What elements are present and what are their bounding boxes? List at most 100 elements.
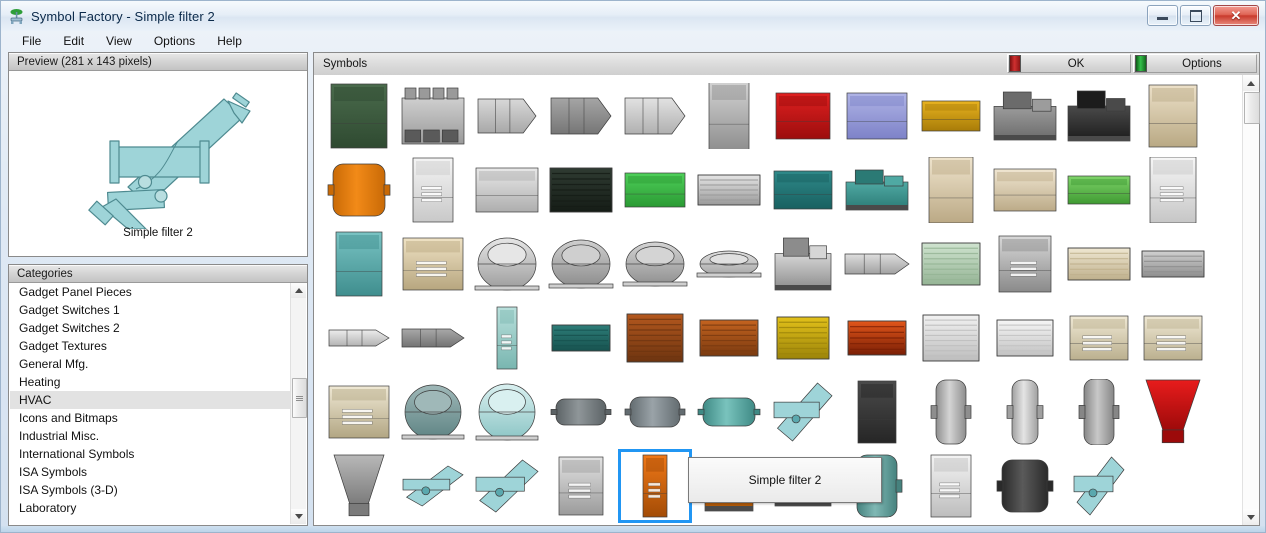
categories-list[interactable]: Gadget Panel Pieces Gadget Switches 1 Ga… bbox=[10, 283, 291, 524]
symbol-cell-gray-compressor[interactable] bbox=[988, 79, 1062, 153]
symbol-cell-instrument-cabinet[interactable] bbox=[914, 449, 988, 523]
symbol-cell-orange-finned-coil[interactable] bbox=[692, 301, 766, 375]
symbol-cell-duct-with-damper[interactable] bbox=[396, 301, 470, 375]
symbol-cell-humidifier-tower[interactable] bbox=[692, 79, 766, 153]
symbol-cell-red-heater-element[interactable] bbox=[840, 301, 914, 375]
symbol-cell-orange-filter-box[interactable] bbox=[618, 301, 692, 375]
symbol-cell-register-grid-beige-2[interactable] bbox=[1136, 301, 1210, 375]
symbol-cell-vertical-tank-unit[interactable] bbox=[914, 375, 988, 449]
symbol-cell-beige-wide-unit[interactable] bbox=[988, 153, 1062, 227]
symbol-cell-coil-bank-white[interactable] bbox=[692, 153, 766, 227]
symbol-cell-air-handler-gray[interactable] bbox=[544, 79, 618, 153]
symbol-cell-round-damper[interactable] bbox=[470, 375, 544, 449]
symbol-cell-storage-tank-gray[interactable] bbox=[1062, 375, 1136, 449]
symbol-cell-flat-diffuser[interactable] bbox=[322, 301, 396, 375]
symbol-cell-beige-cabinet[interactable] bbox=[1136, 79, 1210, 153]
symbols-scroll-up[interactable] bbox=[1243, 75, 1259, 91]
symbol-cell-expansion-joint[interactable] bbox=[988, 449, 1062, 523]
category-item[interactable]: Gadget Textures bbox=[10, 337, 291, 355]
symbol-cell-blue-chiller[interactable] bbox=[840, 79, 914, 153]
symbol-cell-gray-control-cabinet[interactable] bbox=[544, 449, 618, 523]
symbol-cell-orange-tank[interactable] bbox=[322, 153, 396, 227]
symbol-cell-louver-vent-white[interactable] bbox=[988, 301, 1062, 375]
symbol-cell-teal-platform-hood[interactable] bbox=[396, 449, 470, 523]
category-item[interactable]: Gadget Switches 2 bbox=[10, 319, 291, 337]
symbols-scroll-thumb[interactable] bbox=[1244, 92, 1260, 124]
symbol-cell-condenser-dark[interactable] bbox=[544, 153, 618, 227]
symbol-cell-teal-stage-with-people[interactable] bbox=[470, 449, 544, 523]
maximize-button[interactable] bbox=[1180, 5, 1211, 26]
symbol-cell-receiver-tank[interactable] bbox=[544, 375, 618, 449]
symbol-cell-dark-cabinet[interactable] bbox=[840, 375, 914, 449]
symbol-cell-roof-ventilator[interactable] bbox=[544, 227, 618, 301]
symbol-cell-louver-stack-white[interactable] bbox=[914, 301, 988, 375]
symbol-cell-air-handler-duct[interactable] bbox=[470, 79, 544, 153]
scroll-up-button[interactable] bbox=[291, 283, 306, 298]
symbol-cell-teal-dehumidifier[interactable] bbox=[1062, 449, 1136, 523]
symbol-cell-teal-cooling-tower[interactable] bbox=[766, 153, 840, 227]
symbol-cell-beige-coil-unit[interactable] bbox=[1062, 227, 1136, 301]
symbol-cell-blower-assembly[interactable] bbox=[766, 227, 840, 301]
symbol-cell-packaged-unit[interactable] bbox=[470, 153, 544, 227]
symbol-cell-water-heater[interactable] bbox=[988, 375, 1062, 449]
symbol-cell-teal-heat-exchanger[interactable] bbox=[692, 375, 766, 449]
symbol-cell-low-profile-vent[interactable] bbox=[692, 227, 766, 301]
symbol-cell-control-panel-white[interactable] bbox=[396, 153, 470, 227]
symbol-cell-roof-fan-round[interactable] bbox=[470, 227, 544, 301]
symbol-cell-gray-hopper-chute[interactable] bbox=[322, 449, 396, 523]
category-item[interactable]: ISA Symbols bbox=[10, 463, 291, 481]
category-item[interactable]: Industrial Misc. bbox=[10, 427, 291, 445]
menu-options[interactable]: Options bbox=[143, 32, 206, 50]
menu-help[interactable]: Help bbox=[206, 32, 253, 50]
symbols-scroll-down[interactable] bbox=[1243, 509, 1259, 525]
symbol-cell-beige-wall-unit[interactable] bbox=[396, 227, 470, 301]
symbol-cell-filter-drier[interactable] bbox=[618, 375, 692, 449]
symbol-cell-perforated-strip[interactable] bbox=[470, 301, 544, 375]
symbol-cell-register-grid-beige[interactable] bbox=[1062, 301, 1136, 375]
symbol-cell-teal-louver[interactable] bbox=[544, 301, 618, 375]
menu-file[interactable]: File bbox=[11, 32, 52, 50]
ok-button[interactable]: OK bbox=[1007, 54, 1131, 73]
category-item[interactable]: Laboratory bbox=[10, 499, 291, 517]
scroll-down-button[interactable] bbox=[291, 509, 306, 524]
symbol-cell-beige-tall-unit[interactable] bbox=[914, 153, 988, 227]
close-button[interactable]: ✕ bbox=[1213, 5, 1259, 26]
symbol-cell-gray-coil-unit[interactable] bbox=[1136, 227, 1210, 301]
categories-scroll-thumb[interactable] bbox=[292, 378, 307, 418]
symbol-cell-green-generator[interactable] bbox=[1062, 153, 1136, 227]
category-item[interactable]: International Symbols bbox=[10, 445, 291, 463]
symbol-cell-wall-exhaust-fan[interactable] bbox=[396, 375, 470, 449]
options-button[interactable]: Options bbox=[1133, 54, 1257, 73]
symbol-cell-green-unit[interactable] bbox=[618, 153, 692, 227]
symbol-cell-light-green-coil[interactable] bbox=[914, 227, 988, 301]
menu-view[interactable]: View bbox=[95, 32, 143, 50]
symbol-cell-teal-window-unit[interactable] bbox=[322, 227, 396, 301]
symbol-cell-teal-compressor[interactable] bbox=[840, 153, 914, 227]
symbol-cell-black-engine[interactable] bbox=[1062, 79, 1136, 153]
category-item-hvac[interactable]: HVAC bbox=[10, 391, 291, 409]
category-item[interactable]: Gadget Switches 1 bbox=[10, 301, 291, 319]
symbol-cell-red-hopper[interactable] bbox=[1136, 375, 1210, 449]
minimize-button[interactable] bbox=[1147, 5, 1178, 26]
symbol-cell-duct-run-long[interactable] bbox=[840, 227, 914, 301]
category-item[interactable]: General Mfg. bbox=[10, 355, 291, 373]
category-item[interactable]: Icons and Bitmaps bbox=[10, 409, 291, 427]
category-item[interactable]: Gadget Panel Pieces bbox=[10, 283, 291, 301]
categories-scrollbar[interactable] bbox=[290, 283, 307, 524]
symbol-cell-rooftop-unit-fans[interactable] bbox=[396, 79, 470, 153]
category-item[interactable]: ISA Symbols (3-D) bbox=[10, 481, 291, 499]
symbol-cell-exhaust-cap[interactable] bbox=[618, 227, 692, 301]
category-item[interactable]: Heating bbox=[10, 373, 291, 391]
symbol-cell-white-cabinet-unit[interactable] bbox=[1136, 153, 1210, 227]
symbol-cell-green-control-unit[interactable] bbox=[322, 79, 396, 153]
symbol-cell-orange-actuator[interactable] bbox=[618, 449, 692, 523]
symbols-scrollbar[interactable] bbox=[1242, 75, 1260, 525]
symbol-cell-red-boiler[interactable] bbox=[766, 79, 840, 153]
symbol-cell-diamond-panel[interactable] bbox=[988, 227, 1062, 301]
symbol-cell-yellow-filter[interactable] bbox=[766, 301, 840, 375]
symbol-cell-furnace-wedge[interactable] bbox=[618, 79, 692, 153]
menu-edit[interactable]: Edit bbox=[52, 32, 95, 50]
symbol-cell-yellow-generator[interactable] bbox=[914, 79, 988, 153]
symbol-cell-simple-filter-2[interactable] bbox=[766, 375, 840, 449]
symbol-cell-grille-frame-large[interactable] bbox=[322, 375, 396, 449]
